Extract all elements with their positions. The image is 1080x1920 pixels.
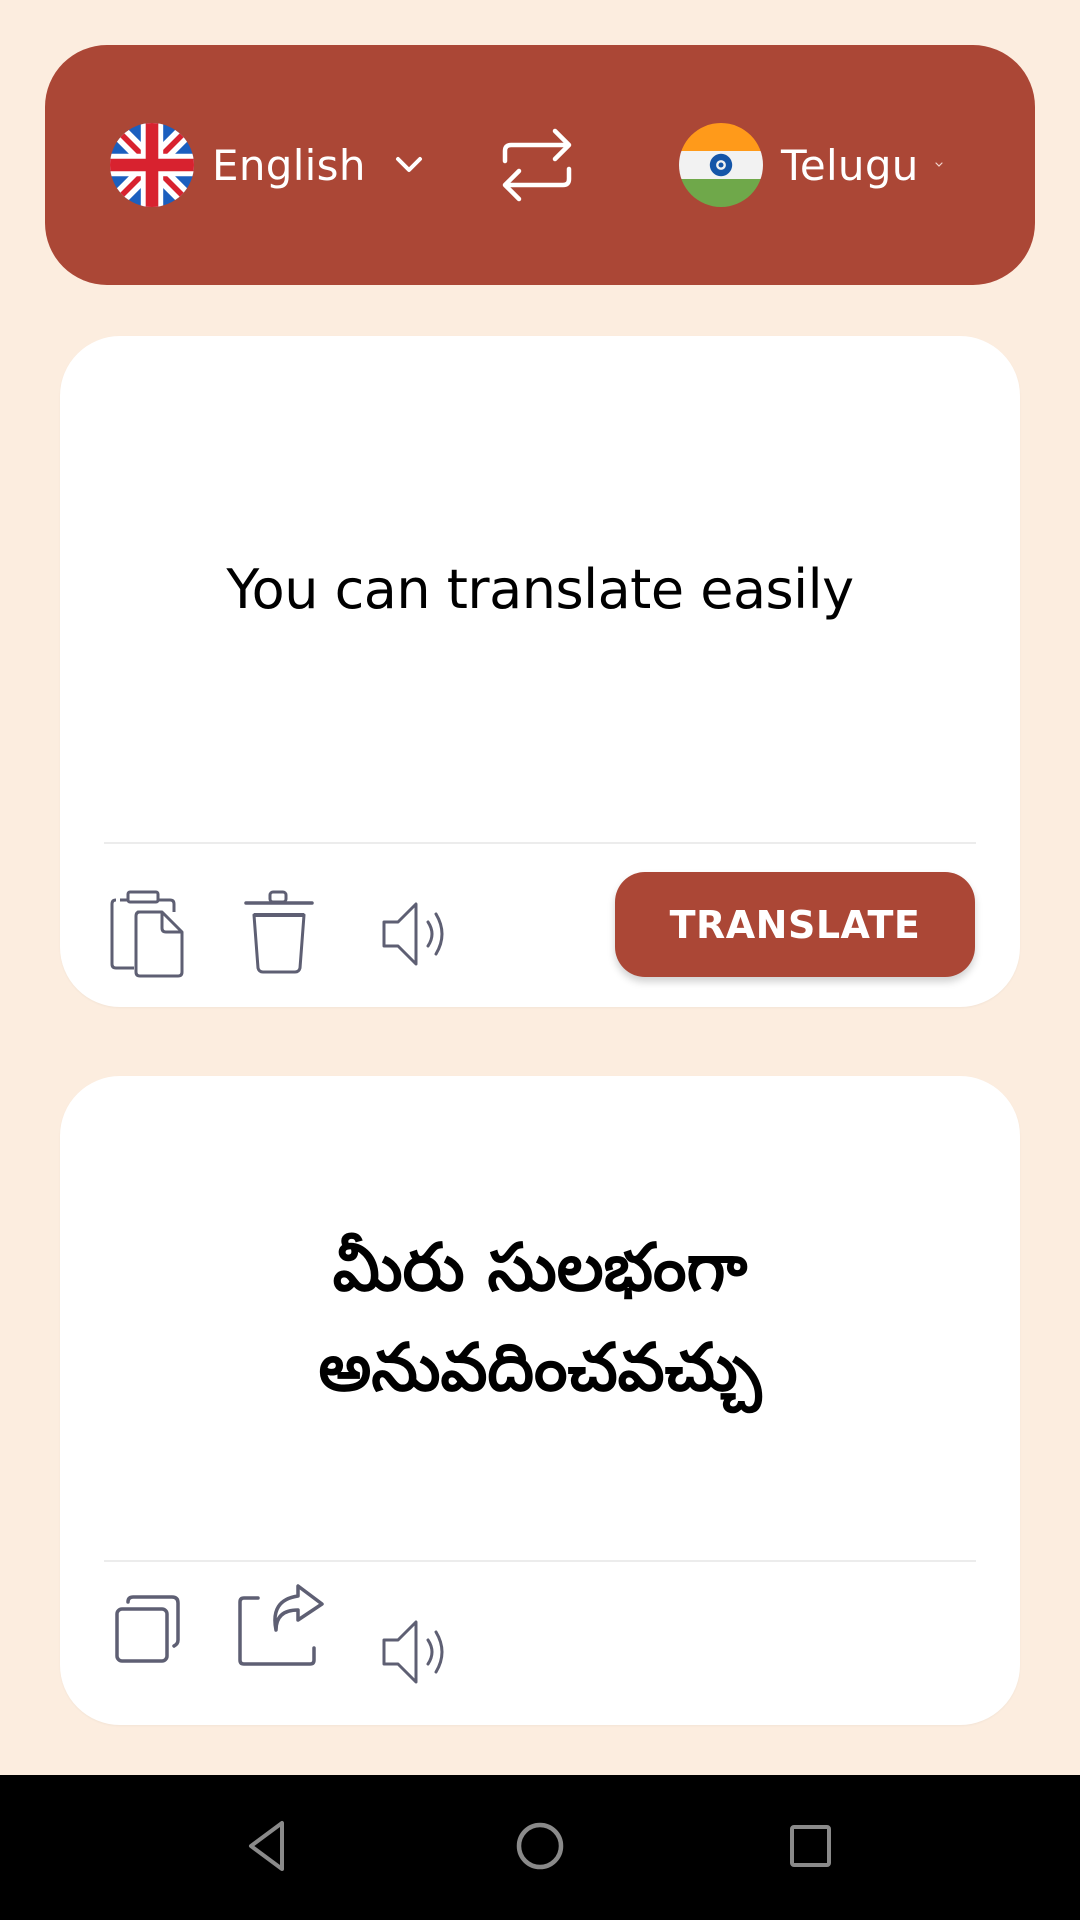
nav-back-button[interactable] — [235, 1813, 305, 1883]
share-button[interactable] — [236, 1584, 326, 1672]
nav-recents-button[interactable] — [775, 1813, 845, 1883]
delete-button[interactable] — [242, 890, 318, 980]
uk-flag-icon — [110, 123, 194, 207]
speaker-icon — [378, 896, 454, 976]
divider — [104, 842, 976, 844]
language-selector-bar: English Telugu — [45, 45, 1035, 285]
share-icon — [236, 1584, 326, 1672]
speak-translation-button[interactable] — [378, 1616, 454, 1692]
clipboard-paste-icon — [106, 890, 186, 984]
chevron-down-icon[interactable] — [935, 162, 943, 168]
target-language-selector[interactable]: Telugu — [679, 123, 943, 207]
trash-icon — [242, 890, 318, 980]
speaker-icon — [378, 1614, 454, 1694]
translate-button[interactable]: TRANSLATE — [615, 872, 975, 977]
translation-result-area: మీరు సులభంగా అనువదించవచ్చు — [100, 1076, 980, 1560]
back-triangle-icon — [245, 1818, 295, 1878]
output-card: మీరు సులభంగా అనువదించవచ్చు — [60, 1076, 1020, 1725]
system-navigation-bar — [0, 1775, 1080, 1920]
divider — [104, 1560, 976, 1562]
nav-home-button[interactable] — [505, 1813, 575, 1883]
swap-arrows-icon — [497, 128, 577, 207]
recents-square-icon — [785, 1821, 835, 1875]
input-card: You can translate easily TRANSLATE — [60, 336, 1020, 1007]
paste-button[interactable] — [106, 890, 186, 984]
translated-text: మీరు సులభంగా అనువదించవచ్చు — [318, 1229, 762, 1406]
copy-button[interactable] — [114, 1594, 184, 1668]
copy-icon — [114, 1594, 184, 1668]
home-circle-icon — [512, 1818, 568, 1878]
india-flag-icon — [679, 123, 763, 207]
source-text: You can translate easily — [226, 558, 854, 621]
speak-source-button[interactable] — [378, 898, 454, 974]
source-text-field[interactable]: You can translate easily — [100, 336, 980, 843]
source-language-selector[interactable]: English — [110, 123, 424, 207]
chevron-down-icon[interactable] — [394, 155, 424, 175]
swap-languages-button[interactable] — [497, 127, 577, 203]
source-language-label: English — [212, 140, 366, 190]
target-language-label: Telugu — [781, 140, 919, 190]
